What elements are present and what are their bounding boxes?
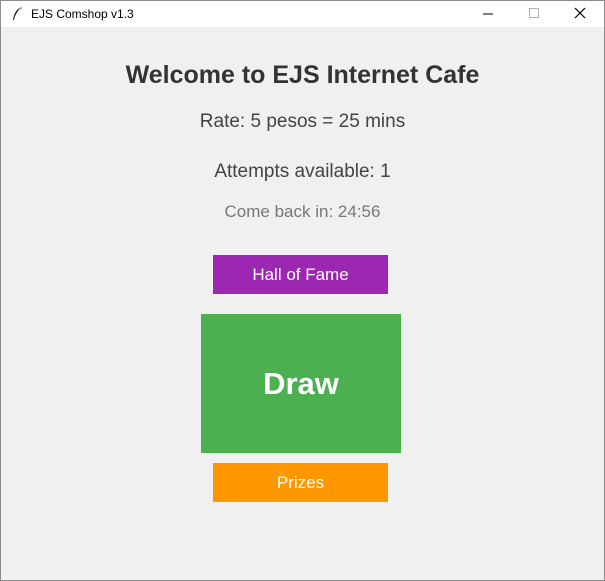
window-title: EJS Comshop v1.3 [31,7,134,21]
attempts-text: Attempts available: 1 [214,161,391,182]
close-button[interactable] [557,1,603,27]
prizes-button[interactable]: Prizes [213,463,388,502]
feather-icon [10,6,24,22]
welcome-heading: Welcome to EJS Internet Cafe [125,61,480,89]
minimize-button[interactable] [465,1,511,27]
main-content: Welcome to EJS Internet Cafe Rate: 5 pes… [1,27,604,580]
hall-of-fame-button[interactable]: Hall of Fame [213,255,388,294]
maximize-button[interactable] [511,1,557,27]
title-bar[interactable]: EJS Comshop v1.3 [1,1,604,27]
rate-text: Rate: 5 pesos = 25 mins [199,111,406,132]
app-window: EJS Comshop v1.3 Welcome to EJS Internet… [0,0,605,581]
come-back-timer: Come back in: 24:56 [224,202,381,221]
draw-button[interactable]: Draw [201,314,401,453]
